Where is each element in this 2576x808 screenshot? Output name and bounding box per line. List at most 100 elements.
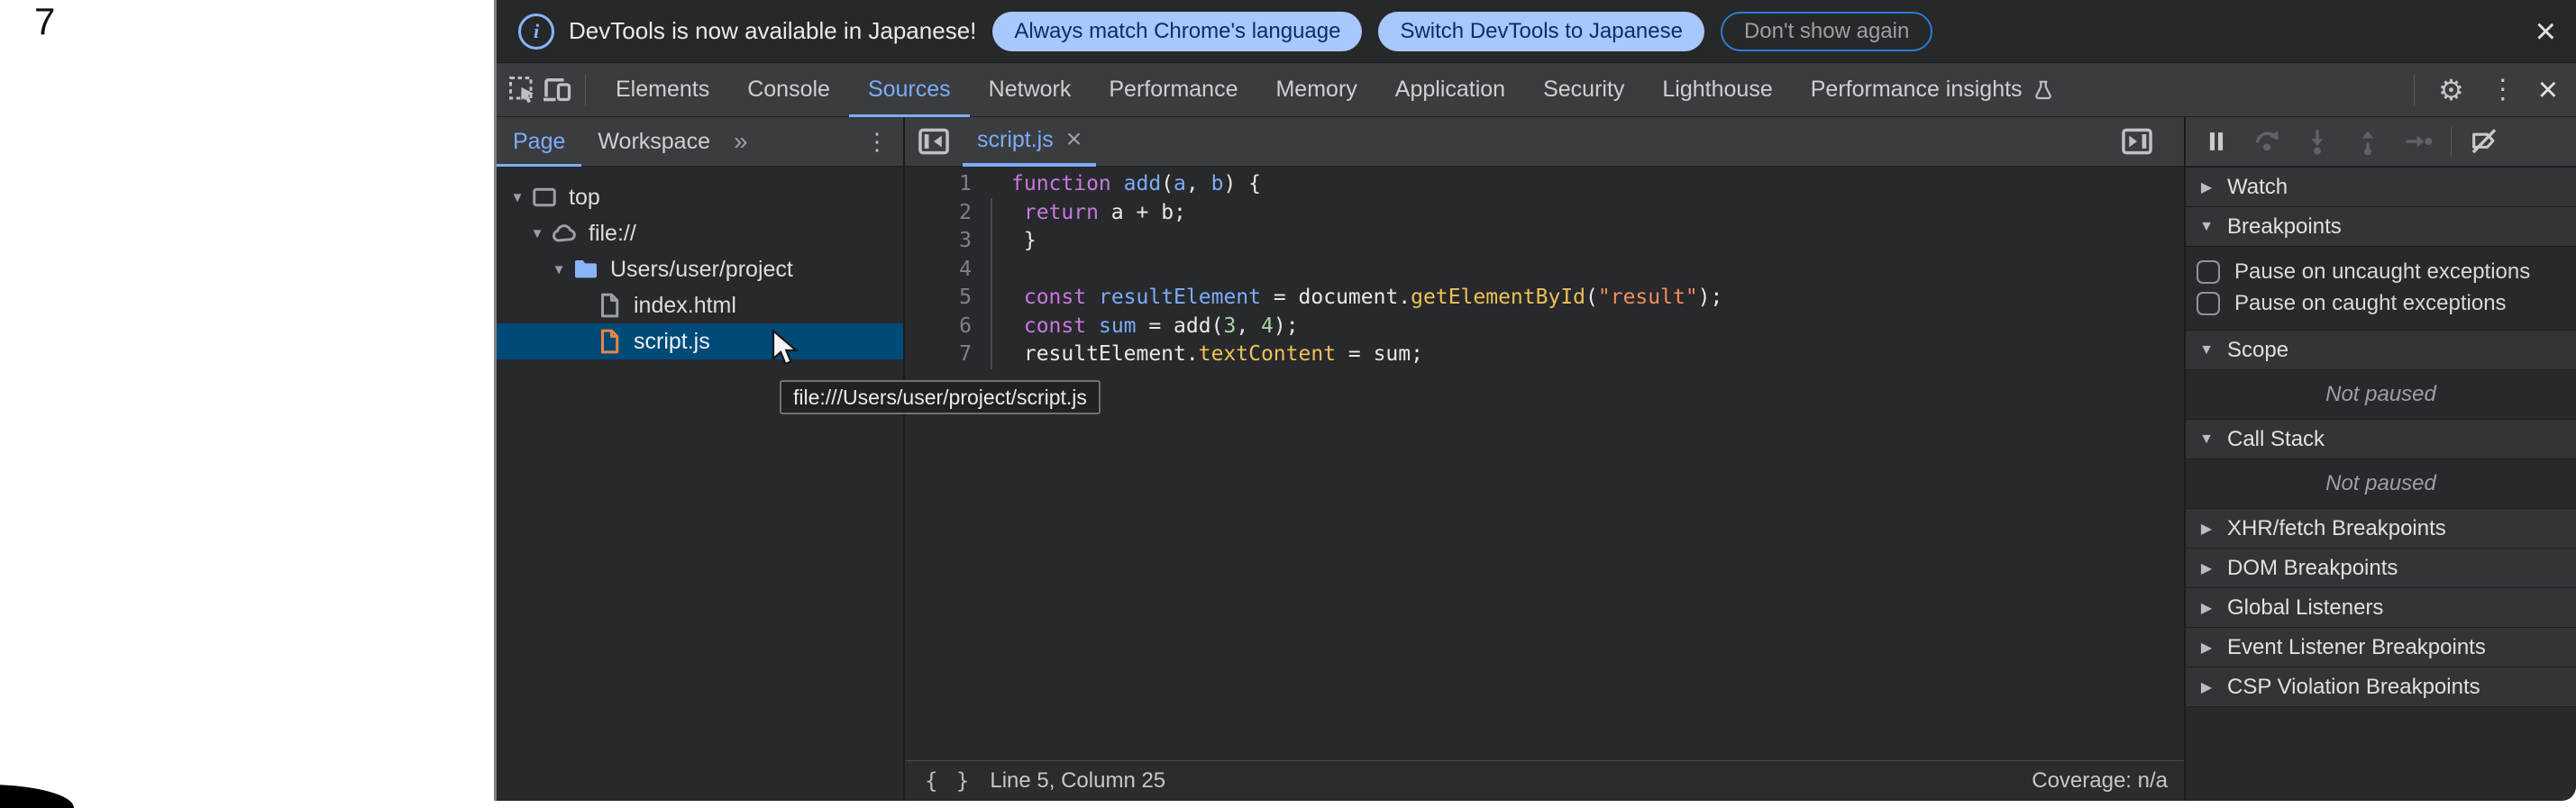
step-over-icon[interactable] xyxy=(2247,122,2287,161)
line-number[interactable]: 5 xyxy=(905,284,972,313)
code-line[interactable]: const sum = add(3, 4); xyxy=(1011,313,1722,341)
code-token: a + b; xyxy=(1099,201,1186,224)
step-into-icon[interactable] xyxy=(2297,122,2337,161)
tab-network-label: Network xyxy=(989,77,1072,103)
editor-tab-close-icon[interactable]: × xyxy=(1066,126,1082,153)
step-out-icon[interactable] xyxy=(2348,122,2388,161)
collapsed-arrow-icon: ▶ xyxy=(2186,678,2227,696)
tree-item-top[interactable]: ▼ top xyxy=(497,179,903,215)
section-event-listener-label: Event Listener Breakpoints xyxy=(2227,635,2486,660)
section-dom-breakpoints[interactable]: ▶ DOM Breakpoints xyxy=(2186,548,2576,587)
tree-item-project-folder[interactable]: ▼ Users/user/project xyxy=(497,251,903,287)
section-xhr-breakpoints[interactable]: ▶ XHR/fetch Breakpoints xyxy=(2186,508,2576,548)
dont-show-again-button[interactable]: Don't show again xyxy=(1721,12,1932,51)
code-line[interactable]: resultElement.textContent = sum; xyxy=(1011,340,1722,369)
navigator-more-options-icon[interactable]: ⋮ xyxy=(865,128,903,156)
expand-arrow-icon[interactable]: ▼ xyxy=(525,226,549,241)
line-numbers: 1234567 xyxy=(905,170,977,760)
tab-security[interactable]: Security xyxy=(1524,63,1643,117)
line-number[interactable]: 1 xyxy=(905,170,972,199)
pause-uncaught-exceptions-row[interactable]: Pause on uncaught exceptions xyxy=(2197,256,2576,287)
pause-caught-label[interactable]: Pause on caught exceptions xyxy=(2234,291,2507,316)
more-options-icon[interactable]: ⋮ xyxy=(2489,74,2517,105)
switch-devtools-japanese-button[interactable]: Switch DevTools to Japanese xyxy=(1378,12,1704,51)
flask-icon xyxy=(2032,78,2055,102)
code-token: function xyxy=(1011,172,1111,195)
section-scope-label: Scope xyxy=(2227,338,2288,363)
pause-uncaught-checkbox[interactable] xyxy=(2197,260,2220,284)
code-line[interactable]: function add(a, b) { xyxy=(1011,170,1722,199)
toolbar-separator xyxy=(2414,75,2415,105)
tab-elements[interactable]: Elements xyxy=(597,63,728,117)
more-tabs-icon[interactable]: » xyxy=(726,127,755,156)
coverage-status: Coverage: n/a xyxy=(2032,768,2168,794)
tree-item-index-html[interactable]: index.html xyxy=(497,287,903,323)
hide-navigator-icon[interactable] xyxy=(916,123,952,159)
tab-performance[interactable]: Performance xyxy=(1090,63,1256,117)
match-chrome-language-button[interactable]: Always match Chrome's language xyxy=(992,12,1362,51)
tab-memory[interactable]: Memory xyxy=(1256,63,1375,117)
pause-caught-checkbox[interactable] xyxy=(2197,292,2220,315)
tab-console[interactable]: Console xyxy=(728,63,849,117)
section-call-stack-label: Call Stack xyxy=(2227,427,2325,452)
tab-application[interactable]: Application xyxy=(1376,63,1524,117)
navigator-tab-page[interactable]: Page xyxy=(497,117,581,167)
pretty-print-icon[interactable]: { } xyxy=(925,768,972,794)
line-number[interactable]: 6 xyxy=(905,313,972,341)
infobar-close-icon[interactable]: × xyxy=(2535,14,2556,50)
expanded-arrow-icon: ▼ xyxy=(2186,431,2227,448)
step-icon[interactable] xyxy=(2398,122,2438,161)
line-number[interactable]: 4 xyxy=(905,256,972,285)
section-scope[interactable]: ▼ Scope xyxy=(2186,330,2576,369)
info-icon: i xyxy=(518,14,554,50)
line-number[interactable]: 7 xyxy=(905,340,972,369)
frame-icon xyxy=(529,184,560,211)
section-global-listeners[interactable]: ▶ Global Listeners xyxy=(2186,587,2576,627)
code-editor[interactable]: 1234567 function add(a, b) { return a + … xyxy=(905,167,2184,760)
tab-lighthouse-label: Lighthouse xyxy=(1662,77,1772,103)
section-call-stack[interactable]: ▼ Call Stack xyxy=(2186,419,2576,458)
tree-item-script-js-label: script.js xyxy=(634,329,710,355)
code-line[interactable] xyxy=(1011,256,1722,285)
section-breakpoints[interactable]: ▼ Breakpoints xyxy=(2186,206,2576,246)
js-file-icon xyxy=(594,328,625,355)
devtools-close-icon[interactable]: × xyxy=(2538,73,2558,107)
section-event-listener-breakpoints[interactable]: ▶ Event Listener Breakpoints xyxy=(2186,627,2576,667)
expand-arrow-icon[interactable]: ▼ xyxy=(506,190,529,205)
tree-item-script-js[interactable]: script.js xyxy=(497,323,903,359)
pause-script-icon[interactable] xyxy=(2197,122,2236,161)
line-number[interactable]: 3 xyxy=(905,227,972,256)
device-toolbar-icon[interactable] xyxy=(540,73,574,107)
tab-application-label: Application xyxy=(1395,77,1505,103)
editor-tab-script-js[interactable]: script.js × xyxy=(963,117,1096,167)
hide-debugger-sidebar-icon[interactable] xyxy=(2119,123,2155,159)
toolbar-separator xyxy=(585,75,586,105)
code-line[interactable]: } xyxy=(1011,227,1722,256)
tree-item-file-protocol[interactable]: ▼ file:// xyxy=(497,215,903,251)
file-tree: ▼ top ▼ file:// ▼ xyxy=(497,167,903,801)
navigator-tab-workspace[interactable]: Workspace xyxy=(581,117,726,167)
tab-network[interactable]: Network xyxy=(970,63,1091,117)
inspect-element-icon[interactable] xyxy=(506,73,540,107)
section-breakpoints-label: Breakpoints xyxy=(2227,214,2342,240)
expand-arrow-icon[interactable]: ▼ xyxy=(547,262,571,277)
section-watch[interactable]: ▶ Watch xyxy=(2186,167,2576,206)
line-number[interactable]: 2 xyxy=(905,199,972,228)
debugger-toolbar xyxy=(2186,117,2576,167)
code-token xyxy=(1086,314,1099,338)
tab-performance-insights[interactable]: Performance insights xyxy=(1792,63,2074,117)
deactivate-breakpoints-icon[interactable] xyxy=(2464,122,2504,161)
code-line[interactable]: const resultElement = document.getElemen… xyxy=(1011,284,1722,313)
code-line[interactable]: return a + b; xyxy=(1011,199,1722,228)
section-csp-violation-breakpoints[interactable]: ▶ CSP Violation Breakpoints xyxy=(2186,667,2576,706)
code-token xyxy=(1086,286,1099,309)
html-file-icon xyxy=(594,292,625,319)
pause-caught-exceptions-row[interactable]: Pause on caught exceptions xyxy=(2197,287,2576,319)
code-token: return xyxy=(1024,201,1099,224)
toolbar-separator xyxy=(2451,127,2452,156)
pause-uncaught-label[interactable]: Pause on uncaught exceptions xyxy=(2234,259,2530,285)
tab-lighthouse[interactable]: Lighthouse xyxy=(1643,63,1791,117)
settings-gear-icon[interactable]: ⚙ xyxy=(2438,73,2464,107)
mouse-cursor xyxy=(767,328,803,372)
tab-sources[interactable]: Sources xyxy=(849,63,970,117)
